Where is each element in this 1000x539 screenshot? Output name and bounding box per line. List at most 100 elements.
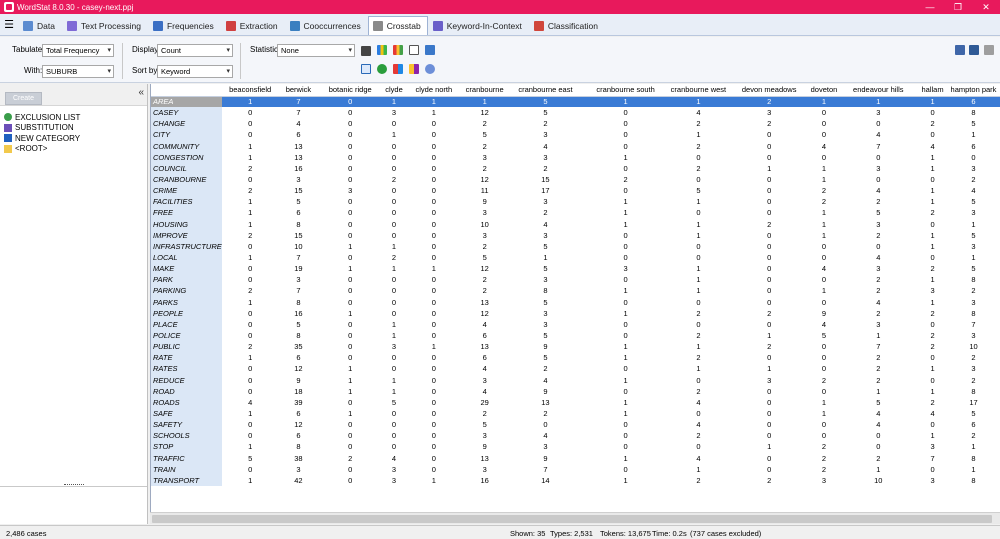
table-cell[interactable]: 0	[406, 252, 462, 263]
table-cell[interactable]: 4	[918, 408, 947, 419]
table-cell[interactable]: 1	[583, 475, 668, 486]
table-cell[interactable]: 0	[729, 285, 810, 296]
table-cell[interactable]: 7	[279, 107, 319, 118]
table-cell[interactable]: 0	[810, 363, 839, 374]
row-keyword[interactable]: COUNCIL	[151, 162, 222, 174]
table-cell[interactable]: 0	[583, 386, 668, 397]
table-cell[interactable]: 16	[279, 163, 319, 174]
table-cell[interactable]: 2	[382, 252, 406, 263]
table-cell[interactable]: 1	[382, 319, 406, 330]
row-keyword[interactable]: FREE	[151, 207, 222, 219]
table-cell[interactable]: 0	[668, 252, 729, 263]
table-cell[interactable]: 2	[918, 397, 947, 408]
table-cell[interactable]: 0	[583, 319, 668, 330]
table-cell[interactable]: 16	[279, 308, 319, 319]
table-cell[interactable]: 0	[406, 118, 462, 129]
table-cell[interactable]: 0	[583, 252, 668, 263]
table-row[interactable]: CHANGE 0 4 0 0 0 2 2 0 2 2 0 0 2 5	[151, 118, 1000, 130]
table-cell[interactable]: 0	[810, 274, 839, 285]
column-header[interactable]: cranbourne	[461, 84, 508, 97]
table-cell[interactable]: 0	[918, 252, 947, 263]
table-cell[interactable]: 0	[382, 363, 406, 374]
table-cell[interactable]: 2	[729, 308, 810, 319]
table-cell[interactable]: 0	[729, 252, 810, 263]
table-cell[interactable]: 17	[508, 185, 584, 196]
table-cell[interactable]: 7	[508, 464, 584, 475]
table-cell[interactable]: 0	[406, 386, 462, 397]
table-cell[interactable]: 0	[838, 152, 918, 163]
table-cell[interactable]: 3	[462, 430, 508, 441]
table-cell[interactable]: 3	[462, 375, 508, 386]
table-cell[interactable]: 0	[729, 141, 810, 152]
table-cell[interactable]: 2	[918, 341, 947, 352]
table-cell[interactable]: 1	[583, 196, 668, 207]
table-cell[interactable]: 1	[947, 464, 1000, 475]
list-icon[interactable]	[361, 46, 371, 56]
table-cell[interactable]: 2	[462, 285, 508, 296]
table-cell[interactable]: 1	[918, 363, 947, 374]
table-cell[interactable]: 0	[918, 419, 947, 430]
row-keyword[interactable]: TRAIN	[151, 463, 222, 475]
table-cell[interactable]: 0	[406, 196, 462, 207]
table-cell[interactable]: 2	[508, 408, 584, 419]
table-cell[interactable]: 0	[382, 408, 406, 419]
table-cell[interactable]: 3	[462, 152, 508, 163]
table-cell[interactable]: 0	[318, 230, 382, 241]
table-cell[interactable]: 2	[838, 274, 918, 285]
table-cell[interactable]: 3	[918, 475, 947, 486]
statistic-select[interactable]: None	[277, 44, 355, 57]
table-cell[interactable]: 9	[508, 386, 584, 397]
table-cell[interactable]: 1	[810, 207, 839, 218]
row-keyword[interactable]: COMMUNITY	[151, 140, 222, 152]
table-cell[interactable]: 2	[838, 453, 918, 464]
table-cell[interactable]: 5	[947, 408, 1000, 419]
table-cell[interactable]: 0	[318, 174, 382, 185]
table-cell[interactable]: 3	[918, 285, 947, 296]
row-keyword[interactable]: SCHOOLS	[151, 430, 222, 442]
table-cell[interactable]: 2	[947, 375, 1000, 386]
table-cell[interactable]: 2	[838, 308, 918, 319]
table-cell[interactable]: 1	[668, 363, 729, 374]
table-cell[interactable]: 2	[728, 96, 810, 108]
table-cell[interactable]: 1	[382, 96, 406, 108]
table-cell[interactable]: 0	[382, 141, 406, 152]
table-cell[interactable]: 0	[222, 129, 279, 140]
table-cell[interactable]: 6	[279, 352, 319, 363]
table-cell[interactable]: 0	[729, 207, 810, 218]
row-keyword[interactable]: LOCAL	[151, 251, 222, 264]
table-cell[interactable]: 4	[222, 397, 279, 408]
table-cell[interactable]: 0	[318, 352, 382, 363]
table-cell[interactable]: 3	[462, 230, 508, 241]
table-cell[interactable]: 0	[729, 386, 810, 397]
settings-icon[interactable]	[425, 64, 435, 74]
table-cell[interactable]: 0	[810, 341, 839, 352]
table-cell[interactable]: 0	[810, 386, 839, 397]
row-keyword[interactable]: RATES	[151, 363, 222, 375]
table-cell[interactable]: 29	[462, 397, 508, 408]
tab-text-processing[interactable]: Text Processing	[62, 16, 148, 35]
table-cell[interactable]: 0	[406, 441, 462, 452]
table-cell[interactable]: 0	[406, 319, 462, 330]
table-cell[interactable]: 1	[583, 341, 668, 352]
table-cell[interactable]: 8	[947, 475, 1000, 486]
table-cell[interactable]: 1	[668, 274, 729, 285]
row-keyword[interactable]: IMPROVE	[151, 229, 222, 241]
table-row[interactable]: SAFETY 0 12 0 0 0 5 0 0 4 0 0 4 0 6	[151, 419, 1000, 431]
table-cell[interactable]: 0	[318, 285, 382, 296]
table-cell[interactable]: 2	[462, 241, 508, 252]
table-cell[interactable]: 1	[318, 408, 382, 419]
table-cell[interactable]: 3	[947, 241, 1000, 252]
table-cell[interactable]: 6	[947, 141, 1000, 152]
table-cell[interactable]: 1	[222, 297, 279, 308]
table-cell[interactable]: 4	[810, 263, 839, 274]
table-cell[interactable]: 2	[668, 430, 729, 441]
table-cell[interactable]: 1	[318, 308, 382, 319]
table-cell[interactable]: 3	[382, 341, 406, 352]
column-header[interactable]: doveton	[809, 84, 839, 97]
table-cell[interactable]: 1	[668, 129, 729, 140]
table-cell[interactable]: 2	[462, 163, 508, 174]
table-cell[interactable]: 1	[668, 196, 729, 207]
table-cell[interactable]: 0	[918, 129, 947, 140]
table-cell[interactable]: 3	[508, 196, 584, 207]
table-cell[interactable]: 0	[583, 330, 668, 341]
